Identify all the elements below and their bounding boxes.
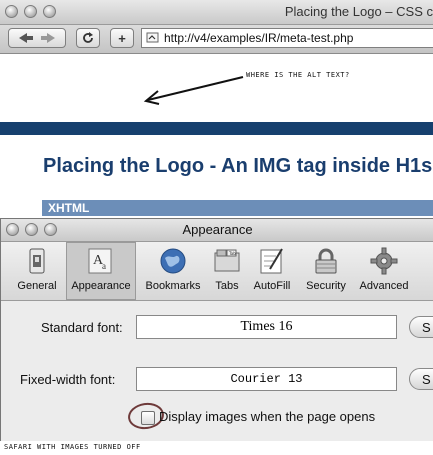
site-icon (146, 32, 159, 43)
tab-security[interactable]: Security (299, 242, 353, 300)
reload-button[interactable] (76, 28, 100, 48)
fixed-font-label: Fixed-width font: (20, 372, 116, 387)
section-bar-label: XHTML (48, 201, 90, 215)
autofill-pen-icon (257, 246, 287, 276)
fixed-font-field[interactable]: Courier 13 (136, 367, 397, 391)
preferences-toolbar: General Aa Appearance Bookmarks Tab Tabs… (1, 242, 433, 301)
tab-bookmarks-label: Bookmarks (145, 280, 201, 292)
page-header-bar (0, 122, 433, 135)
address-field[interactable]: http://v4/examples/IR/meta-test.php (141, 28, 433, 48)
display-images-label: Display images when the page opens (159, 409, 376, 424)
gear-icon (369, 246, 399, 276)
page-heading: Placing the Logo - An IMG tag inside H1s (43, 155, 433, 177)
annotation-text: WHERE IS THE ALT TEXT? (246, 71, 350, 79)
svg-text:Tab: Tab (228, 251, 236, 256)
preferences-titlebar: Appearance (1, 219, 433, 242)
tab-general-label: General (17, 280, 57, 292)
address-text: http://v4/examples/IR/meta-test.php (164, 31, 354, 45)
screenshot-caption: SAFARI WITH IMAGES TURNED OFF (4, 443, 141, 451)
general-switch-icon (22, 246, 52, 276)
reload-icon (83, 32, 93, 43)
annotation-arrow-icon (143, 76, 244, 105)
back-forward-arrows-icon (19, 33, 55, 43)
standard-font-field[interactable]: Times 16 (136, 315, 397, 339)
standard-font-select-button[interactable]: S (409, 316, 433, 338)
tab-advanced[interactable]: Advanced (356, 242, 412, 300)
standard-font-label: Standard font: (41, 320, 123, 335)
browser-titlebar: Placing the Logo – CSS c (0, 0, 433, 25)
tab-bookmarks[interactable]: Bookmarks (141, 242, 205, 300)
add-bookmark-button[interactable]: + (110, 28, 134, 48)
preferences-window: Appearance General Aa Appearance Bookmar… (0, 218, 433, 441)
fixed-font-select-button[interactable]: S (409, 368, 433, 390)
tab-tabs[interactable]: Tab Tabs (209, 242, 245, 300)
browser-toolbar: + http://v4/examples/IR/meta-test.php (0, 25, 433, 54)
tab-appearance[interactable]: Aa Appearance (66, 242, 136, 300)
display-images-checkbox[interactable] (141, 411, 155, 425)
globe-icon (158, 246, 188, 276)
lock-icon (311, 246, 341, 276)
window-title: Placing the Logo – CSS c (284, 4, 433, 19)
appearance-font-icon: Aa (86, 246, 116, 276)
tab-tabs-label: Tabs (215, 280, 239, 292)
tab-security-label: Security (306, 280, 346, 292)
tab-general[interactable]: General (11, 242, 63, 300)
tab-advanced-label: Advanced (359, 280, 409, 292)
tabs-icon: Tab (212, 246, 242, 276)
svg-text:a: a (102, 261, 106, 271)
tab-autofill[interactable]: AutoFill (249, 242, 295, 300)
back-forward-button[interactable] (8, 28, 66, 48)
tab-appearance-label: Appearance (71, 280, 131, 292)
section-bar (42, 200, 433, 216)
tab-autofill-label: AutoFill (253, 280, 291, 292)
preferences-title: Appearance (182, 222, 253, 237)
